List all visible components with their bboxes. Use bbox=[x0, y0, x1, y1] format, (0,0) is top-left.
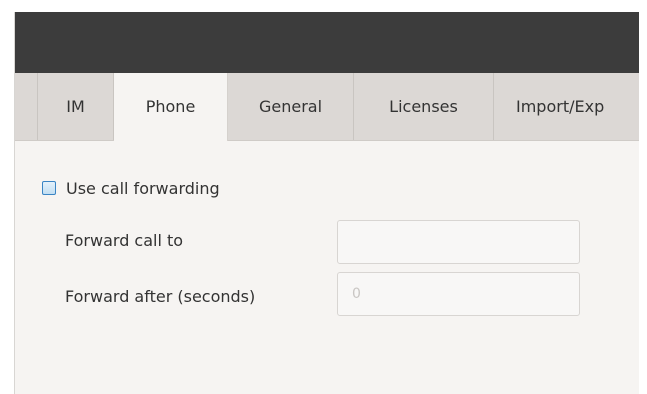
tab-general[interactable]: General bbox=[228, 73, 354, 140]
preferences-window: IM Phone General Licenses Import/Exp Use… bbox=[14, 12, 639, 394]
forward-call-to-field[interactable] bbox=[337, 220, 580, 264]
use-call-forwarding-row[interactable]: Use call forwarding bbox=[42, 177, 220, 199]
tab-im[interactable]: IM bbox=[38, 73, 114, 140]
tab-licenses[interactable]: Licenses bbox=[354, 73, 494, 140]
forward-after-seconds-field[interactable] bbox=[337, 272, 580, 316]
use-call-forwarding-checkbox[interactable] bbox=[42, 181, 56, 195]
forward-call-to-label: Forward call to bbox=[65, 231, 184, 250]
tab-left-partial[interactable] bbox=[15, 73, 38, 140]
tab-bar: IM Phone General Licenses Import/Exp bbox=[15, 73, 639, 141]
forward-after-seconds-label: Forward after (seconds) bbox=[65, 287, 256, 306]
tab-import-export[interactable]: Import/Exp bbox=[494, 73, 639, 140]
tab-phone[interactable]: Phone bbox=[114, 73, 228, 141]
use-call-forwarding-label: Use call forwarding bbox=[66, 178, 220, 198]
title-bar bbox=[15, 12, 639, 73]
